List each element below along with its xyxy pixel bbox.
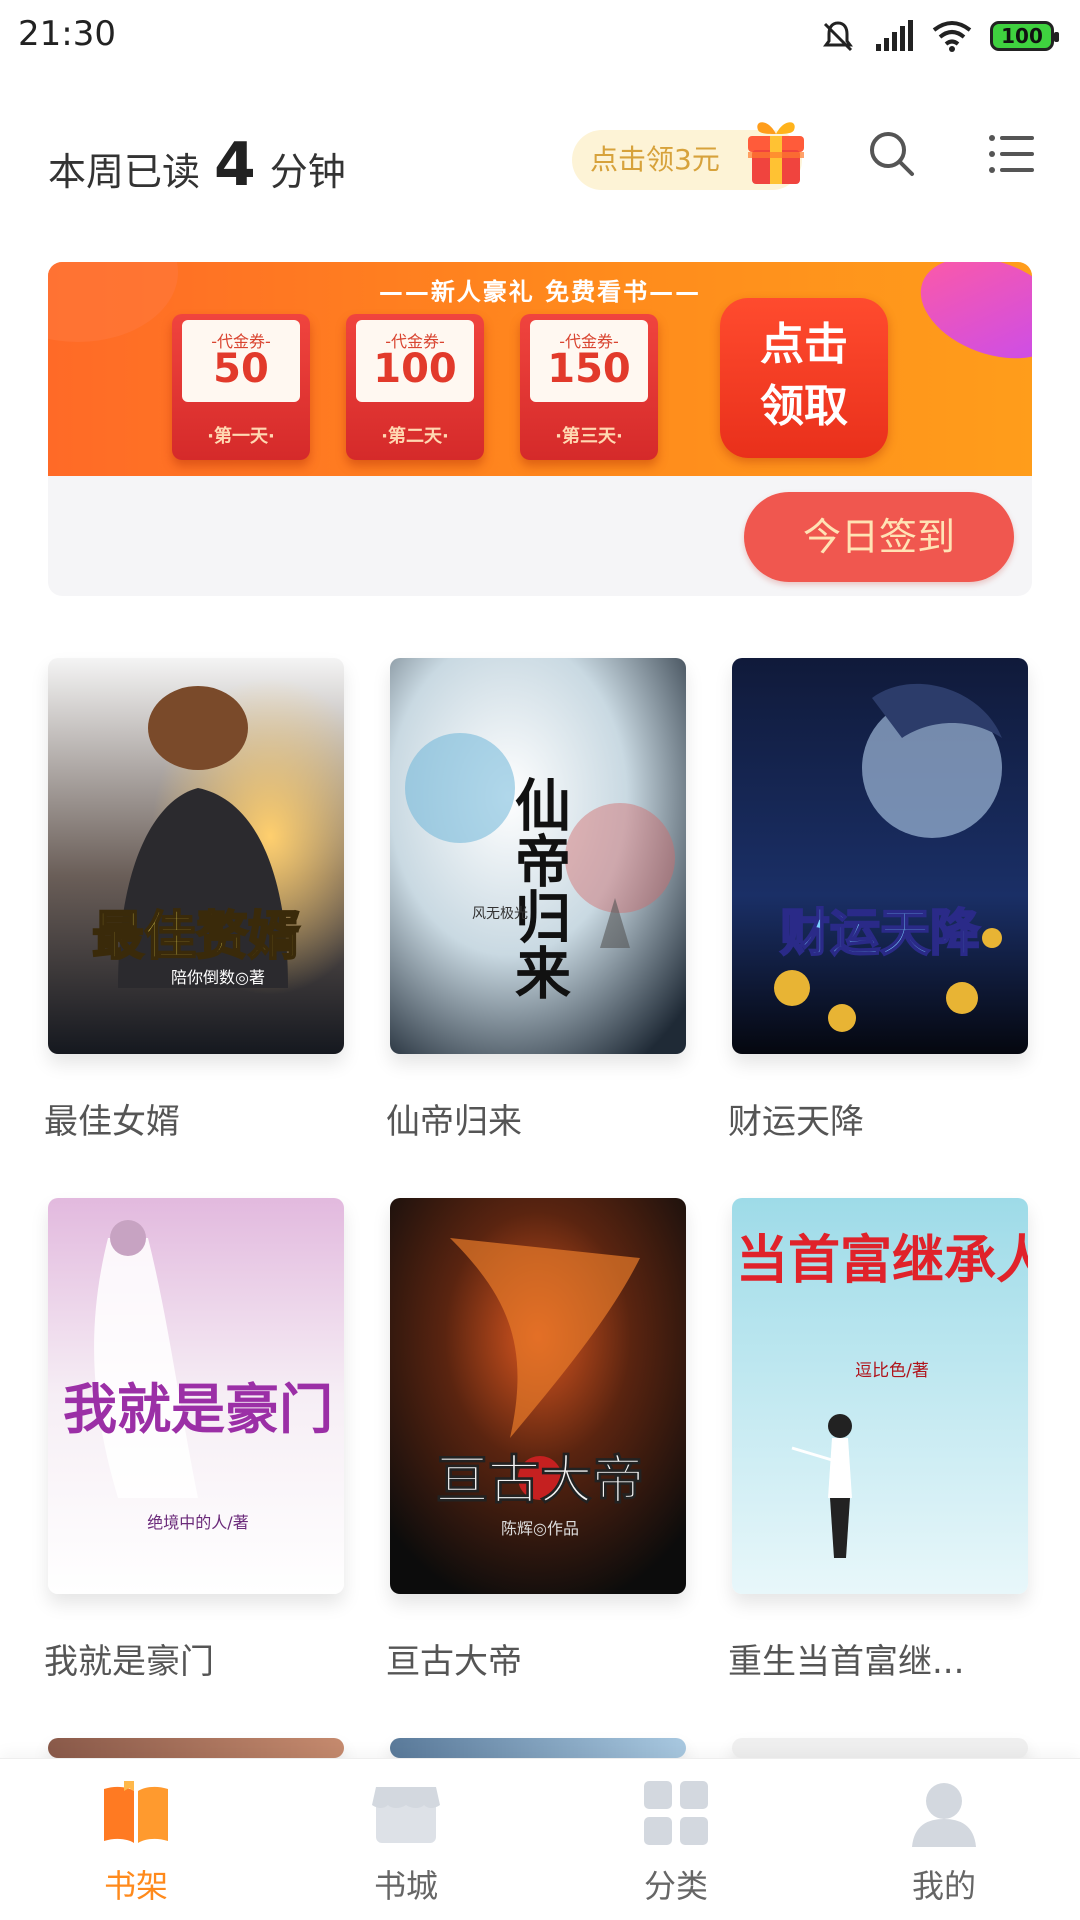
read-prefix: 本周已读 bbox=[48, 150, 201, 194]
book-cover[interactable] bbox=[48, 1738, 344, 1758]
book-cover[interactable] bbox=[732, 1738, 1028, 1758]
book-cover[interactable]: 财运天降 bbox=[732, 658, 1028, 1054]
voucher-day: ·第一天· bbox=[207, 426, 275, 447]
banner-promo[interactable]: ——新人豪礼 免费看书—— -代金券- 50 ·第一天· -代金券- 100 ·… bbox=[48, 262, 1032, 476]
tab-label: 分类 bbox=[643, 1867, 708, 1905]
wifi-icon bbox=[932, 21, 972, 52]
voucher-day: ·第二天· bbox=[381, 426, 449, 447]
bookshelf-icon bbox=[104, 1781, 168, 1843]
voucher-card: -代金券- 100 bbox=[356, 320, 474, 402]
book-cover[interactable]: 仙帝归来 风无极光 bbox=[390, 658, 686, 1054]
book-item-partial[interactable] bbox=[48, 1738, 344, 1758]
status-icons: 100 bbox=[820, 18, 1059, 54]
book-title[interactable]: 财运天降 bbox=[728, 1094, 1028, 1143]
mute-icon bbox=[823, 21, 853, 52]
cover-title: 仙帝归来 bbox=[506, 776, 571, 1000]
battery-icon: 100 bbox=[990, 21, 1059, 51]
book-title[interactable]: 重生当首富继... bbox=[728, 1634, 1028, 1683]
bookshelf-screen: 21:30 100 本周已读 4 分钟 点击领3元 ——新人豪礼 免费看书—— … bbox=[0, 0, 1080, 1920]
cover-title: 当首富继承人 bbox=[736, 1231, 1028, 1291]
cover-author: 陈辉◎作品 bbox=[501, 1519, 579, 1538]
cover-title: 亘古大帝 bbox=[436, 1451, 644, 1511]
cover-title: 我就是豪门 bbox=[63, 1378, 333, 1441]
list-menu-icon[interactable] bbox=[988, 132, 1036, 176]
tab-bookshelf[interactable]: 书架 bbox=[56, 1777, 216, 1917]
read-minutes: 4 bbox=[214, 130, 256, 200]
claim-line-1: 点击 bbox=[760, 319, 848, 370]
cover-title: 财运天降 bbox=[780, 904, 980, 962]
header: 本周已读 4 分钟 点击领3元 bbox=[0, 120, 1080, 210]
tab-bookstore[interactable]: 书城 bbox=[326, 1777, 486, 1917]
book-title[interactable]: 最佳女婿 bbox=[44, 1094, 344, 1143]
voucher-amount: 50 bbox=[213, 346, 269, 392]
gift-icon[interactable] bbox=[738, 112, 814, 188]
grid-icon bbox=[644, 1781, 708, 1845]
book-title[interactable]: 我就是豪门 bbox=[44, 1634, 344, 1683]
voucher-day-2[interactable]: -代金券- 100 ·第二天· bbox=[346, 314, 484, 460]
tab-profile[interactable]: 我的 bbox=[864, 1777, 1024, 1917]
voucher-amount: 100 bbox=[373, 346, 457, 392]
tab-category[interactable]: 分类 bbox=[596, 1777, 756, 1917]
status-time: 21:30 bbox=[18, 14, 116, 54]
book-title[interactable]: 亘古大帝 bbox=[386, 1634, 686, 1683]
cover-title: 最佳赘婿 bbox=[92, 907, 300, 967]
voucher-amount: 150 bbox=[547, 346, 631, 392]
status-bar: 21:30 100 bbox=[0, 0, 1080, 76]
book-title[interactable]: 仙帝归来 bbox=[386, 1094, 686, 1143]
claim-button[interactable]: 点击 领取 bbox=[720, 298, 888, 458]
voucher-day-1[interactable]: -代金券- 50 ·第一天· bbox=[172, 314, 310, 460]
voucher-card: -代金券- 150 bbox=[530, 320, 648, 402]
claim-line-2: 领取 bbox=[760, 381, 848, 432]
bottom-navigation: 书架 书城 分类 我的 bbox=[0, 1758, 1080, 1920]
book-item-partial[interactable] bbox=[732, 1738, 1028, 1758]
daily-checkin-button[interactable]: 今日签到 bbox=[744, 492, 1014, 582]
battery-level: 100 bbox=[1001, 24, 1043, 48]
book-cover[interactable]: 当首富继承人 逗比色/著 bbox=[732, 1198, 1028, 1594]
new-user-banner[interactable]: ——新人豪礼 免费看书—— -代金券- 50 ·第一天· -代金券- 100 ·… bbox=[48, 262, 1032, 596]
book-cover[interactable]: 最佳赘婿 陪你倒数◎著 bbox=[48, 658, 344, 1054]
store-icon bbox=[372, 1787, 440, 1843]
voucher-day: ·第三天· bbox=[555, 426, 623, 447]
cover-author: 陪你倒数◎著 bbox=[171, 968, 265, 987]
book-cover[interactable]: 亘古大帝 陈辉◎作品 bbox=[390, 1198, 686, 1594]
voucher-day-3[interactable]: -代金券- 150 ·第三天· bbox=[520, 314, 658, 460]
read-suffix: 分钟 bbox=[269, 150, 346, 194]
cover-author: 风无极光 bbox=[472, 906, 528, 922]
search-icon[interactable] bbox=[866, 128, 918, 180]
book-cover[interactable]: 我就是豪门 绝境中的人/著 bbox=[48, 1198, 344, 1594]
cover-author: 绝境中的人/著 bbox=[147, 1513, 248, 1532]
voucher-card: -代金券- 50 bbox=[182, 320, 300, 402]
tab-label: 书城 bbox=[373, 1867, 438, 1905]
book-item-partial[interactable] bbox=[390, 1738, 686, 1758]
user-icon bbox=[912, 1783, 976, 1847]
tab-label: 书架 bbox=[103, 1867, 168, 1905]
book-cover[interactable] bbox=[390, 1738, 686, 1758]
weekly-reading-stat: 本周已读 4 分钟 bbox=[48, 130, 346, 200]
cover-author: 逗比色/著 bbox=[855, 1361, 929, 1381]
banner-title: ——新人豪礼 免费看书—— bbox=[378, 278, 702, 306]
tab-label: 我的 bbox=[911, 1867, 976, 1905]
signal-icon bbox=[876, 20, 913, 51]
